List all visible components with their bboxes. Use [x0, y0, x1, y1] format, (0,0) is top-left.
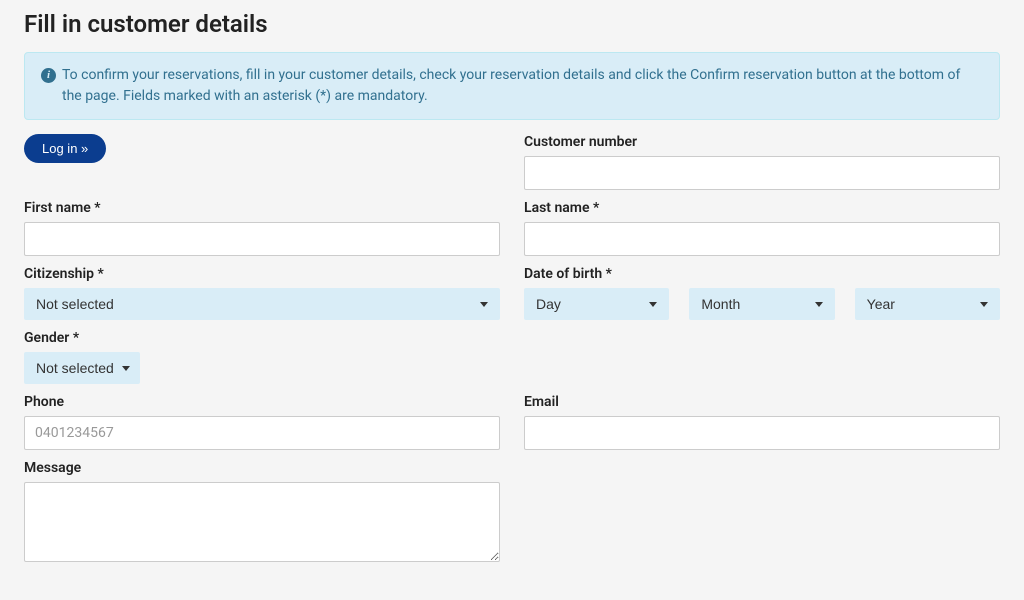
- phone-label: Phone: [24, 394, 500, 410]
- last-name-input[interactable]: [524, 222, 1000, 256]
- login-button[interactable]: Log in »: [24, 134, 106, 163]
- citizenship-select-value: Not selected: [36, 296, 114, 312]
- info-alert-text: To confirm your reservations, fill in yo…: [62, 65, 983, 107]
- gender-select-value: Not selected: [36, 360, 114, 376]
- info-icon: i: [41, 68, 56, 83]
- chevron-down-icon: [649, 302, 657, 307]
- gender-select[interactable]: Not selected: [24, 352, 140, 384]
- citizenship-label: Citizenship *: [24, 266, 500, 282]
- message-textarea[interactable]: [24, 482, 500, 562]
- info-alert: i To confirm your reservations, fill in …: [24, 52, 1000, 120]
- dob-month-value: Month: [701, 296, 740, 312]
- citizenship-select[interactable]: Not selected: [24, 288, 500, 320]
- phone-input[interactable]: [24, 416, 500, 450]
- dob-year-value: Year: [867, 296, 895, 312]
- dob-day-value: Day: [536, 296, 561, 312]
- date-of-birth-label: Date of birth *: [524, 266, 1000, 282]
- last-name-label: Last name *: [524, 200, 1000, 216]
- message-label: Message: [24, 460, 500, 476]
- customer-number-input[interactable]: [524, 156, 1000, 190]
- gender-label: Gender *: [24, 330, 500, 346]
- dob-day-select[interactable]: Day: [524, 288, 669, 320]
- first-name-input[interactable]: [24, 222, 500, 256]
- dob-month-select[interactable]: Month: [689, 288, 834, 320]
- chevron-down-icon: [122, 366, 130, 371]
- page-title: Fill in customer details: [24, 10, 1000, 38]
- email-label: Email: [524, 394, 1000, 410]
- email-input[interactable]: [524, 416, 1000, 450]
- first-name-label: First name *: [24, 200, 500, 216]
- chevron-down-icon: [980, 302, 988, 307]
- customer-number-label: Customer number: [524, 134, 1000, 150]
- dob-year-select[interactable]: Year: [855, 288, 1000, 320]
- chevron-down-icon: [815, 302, 823, 307]
- chevron-down-icon: [480, 302, 488, 307]
